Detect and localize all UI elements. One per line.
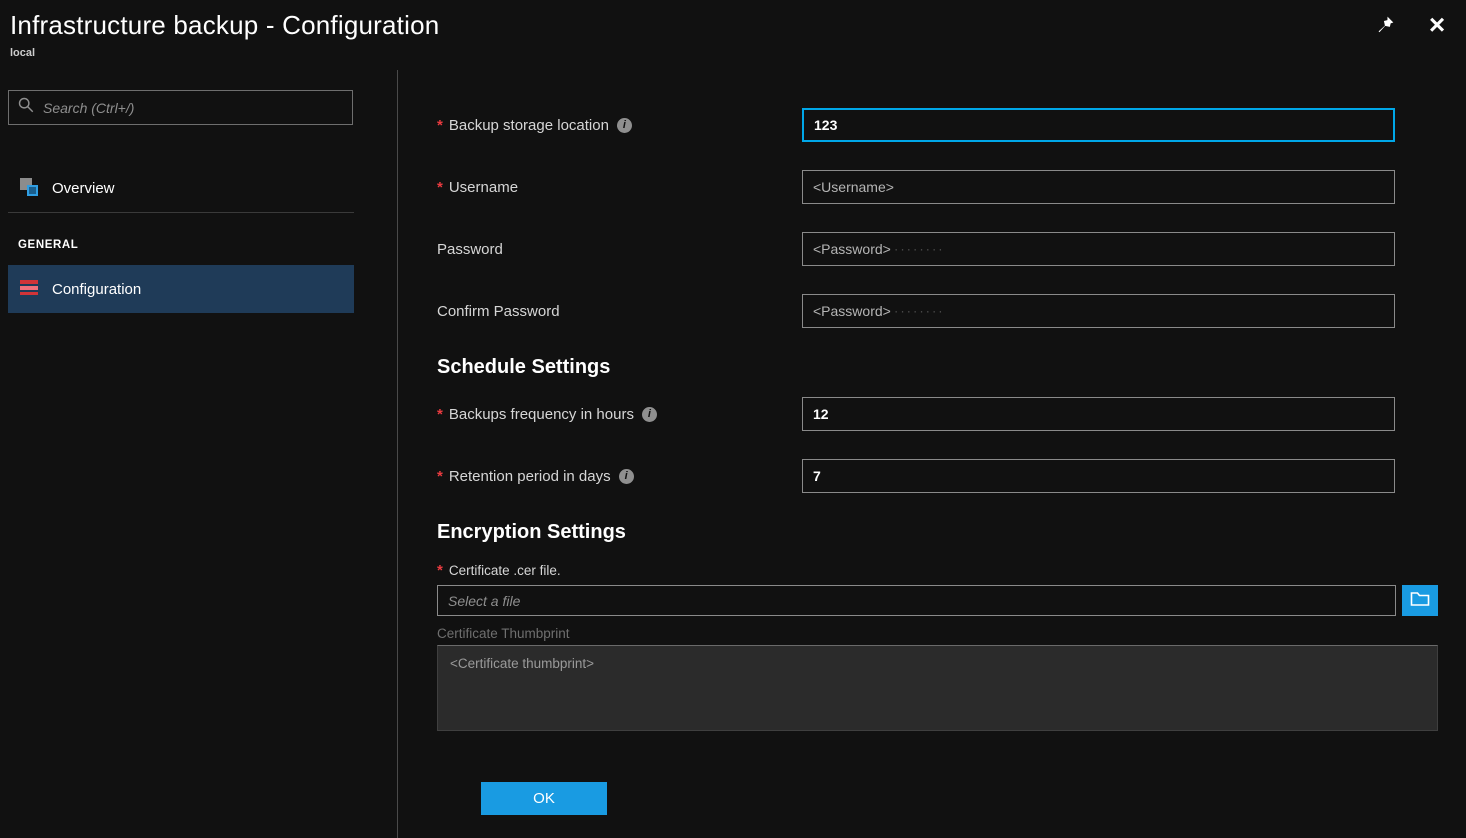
password-input-wrap: ········ [802, 232, 1395, 266]
required-marker: * [437, 562, 443, 579]
retention-period-label: * Retention period in days i [437, 468, 802, 485]
username-label: * Username [437, 179, 802, 196]
certificate-thumbprint-textarea[interactable] [437, 645, 1438, 731]
confirm-password-label: Confirm Password [437, 303, 802, 320]
confirm-password-row: Confirm Password ········ [437, 294, 1438, 328]
backup-storage-row: * Backup storage location i [437, 108, 1438, 142]
required-marker: * [437, 406, 443, 423]
folder-icon [1410, 591, 1430, 610]
username-row: * Username [437, 170, 1438, 204]
blade-sidebar: Overview GENERAL Configuration [0, 70, 398, 838]
schedule-settings-heading: Schedule Settings [437, 356, 1438, 379]
required-marker: * [437, 117, 443, 134]
backup-frequency-label: * Backups frequency in hours i [437, 406, 802, 423]
search-icon [17, 96, 35, 119]
blade-header: Infrastructure backup - Configuration lo… [0, 0, 1466, 70]
search-input[interactable] [43, 100, 344, 116]
password-input[interactable] [802, 232, 1395, 266]
close-icon[interactable]: × [1422, 10, 1452, 40]
page-subtitle: local [10, 47, 1466, 59]
confirm-password-input-wrap: ········ [802, 294, 1395, 328]
password-label: Password [437, 241, 802, 258]
backup-storage-input[interactable] [802, 108, 1395, 142]
backup-frequency-row: * Backups frequency in hours i [437, 397, 1438, 431]
sidebar-section-general: GENERAL [18, 239, 397, 251]
info-icon[interactable]: i [642, 407, 657, 422]
confirm-password-input[interactable] [802, 294, 1395, 328]
sidebar-item-label: Overview [52, 180, 115, 197]
ok-button[interactable]: OK [481, 782, 607, 815]
infrastructure-backup-blade: Infrastructure backup - Configuration lo… [0, 0, 1466, 838]
sidebar-search[interactable] [8, 90, 353, 125]
blade-actions: × [1370, 10, 1452, 40]
retention-period-input[interactable] [802, 459, 1395, 493]
encryption-settings-heading: Encryption Settings [437, 521, 1438, 544]
certificate-file-label: * Certificate .cer file. [437, 562, 1438, 579]
browse-file-button[interactable] [1402, 585, 1438, 616]
configuration-form: * Backup storage location i * Username P… [399, 70, 1466, 838]
page-title: Infrastructure backup - Configuration [10, 10, 1466, 41]
username-input[interactable] [802, 170, 1395, 204]
backup-frequency-input[interactable] [802, 397, 1395, 431]
info-icon[interactable]: i [619, 469, 634, 484]
info-icon[interactable]: i [617, 118, 632, 133]
overview-icon [18, 176, 40, 202]
pin-icon[interactable] [1370, 10, 1400, 40]
certificate-thumbprint-label: Certificate Thumbprint [437, 626, 1438, 641]
certificate-file-input[interactable] [437, 585, 1396, 616]
configuration-icon [18, 276, 40, 302]
sidebar-item-label: Configuration [52, 281, 141, 298]
required-marker: * [437, 468, 443, 485]
required-marker: * [437, 179, 443, 196]
certificate-file-row [437, 585, 1438, 616]
sidebar-item-configuration[interactable]: Configuration [8, 265, 354, 313]
sidebar-item-overview[interactable]: Overview [8, 165, 354, 213]
password-row: Password ········ [437, 232, 1438, 266]
backup-storage-label: * Backup storage location i [437, 117, 802, 134]
retention-period-row: * Retention period in days i [437, 459, 1438, 493]
